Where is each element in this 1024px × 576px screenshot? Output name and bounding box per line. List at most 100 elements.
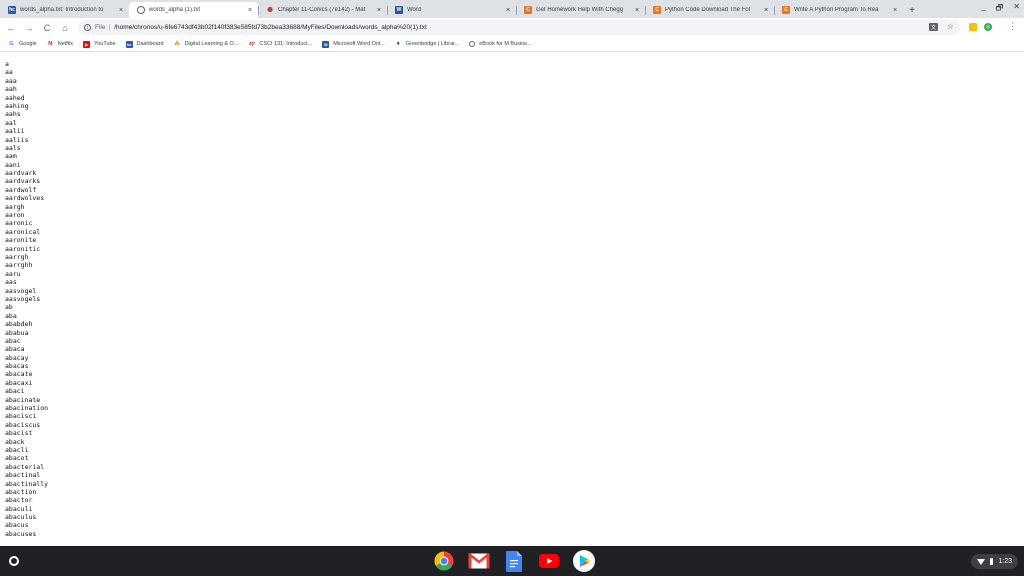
url-text[interactable]: /home/chronos/u-6fe6743df43b02f140f383e5… [114,24,427,31]
status-area[interactable]: 1:23 [971,554,1018,569]
tab-title: words_alpha (1).txt [149,7,201,13]
youtube-icon: ▶ [83,40,91,48]
battery-icon [990,558,994,565]
bookmark-star-icon[interactable]: ☆ [947,22,954,31]
netflix-icon: N [48,41,53,47]
word-line: aaronitic [5,244,41,253]
extension-yellow-icon[interactable] [969,23,977,31]
word-line: abacas [5,362,29,371]
close-tab-icon[interactable]: × [375,7,383,14]
word-line: abactinal [5,471,41,480]
tab-2[interactable]: ✺ Chapter 11-Conics (7e142) - Mat × [258,2,387,18]
tab-3[interactable]: W Word × [387,2,516,18]
close-tab-icon[interactable]: × [891,7,899,14]
window-controls: _ 🗗 ✕ [981,2,1020,16]
word-line: aardwolves [5,194,45,203]
bookmark-4[interactable]: ⁂ Digital Learning & O... [174,41,239,48]
chrome-menu-icon[interactable]: ⋮ [1008,21,1017,32]
close-tab-icon[interactable]: × [246,7,254,14]
word-line: aaronic [5,219,33,228]
word-line: abacay [5,353,29,362]
bookmark-3[interactable]: hc Dashboard [125,40,164,48]
bookmark-label: Microsoft Word Onl... [333,41,385,47]
launcher-icon[interactable] [9,556,19,566]
home-button[interactable]: ⌂ [58,21,72,35]
wifi-icon [977,558,986,565]
toolbar: ← → C ⌂ i File | /home/chronos/u-6fe6743… [0,18,1024,37]
word-line: aasvogel [5,286,37,295]
close-window-button[interactable]: ✕ [1013,2,1020,16]
gmail-icon[interactable] [468,550,490,572]
bookmark-label: YouTube [94,41,116,47]
chegg-icon: C [653,6,661,14]
close-tab-icon[interactable]: × [762,7,770,14]
forward-button[interactable]: → [22,21,36,35]
youtube-icon[interactable] [538,550,560,572]
reload-button[interactable]: C [40,21,54,35]
play-store-icon[interactable] [573,550,595,572]
word-line: abacuses [5,529,37,538]
back-button[interactable]: ← [4,21,18,35]
shelf: 1:23 [0,546,1024,576]
bookmark-label: CSCI 131: Introduct... [259,41,313,47]
word-line: ab [5,303,13,312]
url-separator: | [108,24,111,31]
chrome-icon[interactable] [433,550,455,572]
bookmark-0[interactable]: G Google [8,41,37,48]
word-line: aal [5,118,17,127]
chegg-icon: C [782,6,790,14]
bookmark-7[interactable]: ➧ Greenbridge | Librar... [395,41,459,48]
word-line: abaci [5,387,25,396]
tab-4[interactable]: C Get Homework Help With Chegg × [516,2,645,18]
bookmarks-bar: G Google N Netflix ▶ YouTube hc Dashboard ⁂ Digit… [0,37,1024,52]
tab-list: hc words_alpha.txt: Introduction to × words… [0,2,903,18]
word-line: aardvarks [5,177,41,186]
bookmark-8[interactable]: eBook for M Busine... [469,41,532,47]
globe-icon [137,6,145,14]
word-line: abac [5,336,21,345]
word-icon: W [395,6,403,14]
tab-title: Write A Python Program To Rea [794,7,879,13]
hc-favicon: hc [8,6,16,14]
new-tab-button[interactable]: + [905,2,919,18]
bookmark-label: Google [19,41,37,47]
tab-title: Chapter 11-Conics (7e142) - Mat [278,7,366,13]
tab-5[interactable]: C Python Code Download The Fol × [645,2,774,18]
word-line: aas [5,278,17,287]
google-icon: G [9,41,14,47]
tab-6[interactable]: C Write A Python Program To Rea × [774,2,903,18]
word-line: abacterial [5,462,45,471]
url-scheme: File [95,24,106,31]
minimize-button[interactable]: _ [981,2,985,16]
bookmark-label: Greenbridge | Librar... [405,41,460,47]
bookmark-1[interactable]: N Netflix [47,41,73,48]
close-tab-icon[interactable]: × [117,7,125,14]
word-line: aa [5,68,13,77]
word-line: abaculi [5,504,33,513]
bookmark-5[interactable]: zy CSCI 131: Introduct... [248,41,312,48]
translate-icon[interactable]: 文 [929,23,938,31]
extension-green-icon[interactable]: ◎ [984,23,992,31]
zybooks-icon: zy [248,41,255,47]
docs-icon[interactable] [503,550,525,572]
chrome-window: hc words_alpha.txt: Introduction to × words… [0,0,1024,576]
maximize-button[interactable]: 🗗 [996,2,1004,16]
clock: 1:23 [998,558,1012,565]
bookmark-label: Digital Learning & O... [184,41,239,47]
word-line: abaculus [5,513,37,522]
close-tab-icon[interactable]: × [504,7,512,14]
tab-title: Get Homework Help With Chegg [536,7,624,13]
address-bar[interactable]: i File | /home/chronos/u-6fe6743df43b02f… [78,20,960,35]
tab-1[interactable]: words_alpha (1).txt × [129,2,258,18]
tab-title: Python Code Download The Fol [665,7,750,13]
word-line: aardvark [5,169,37,178]
word-line: aaa [5,76,17,85]
tab-0[interactable]: hc words_alpha.txt: Introduction to × [0,2,129,18]
word-line: aardwolf [5,185,37,194]
word-line: aaronical [5,227,41,236]
bookmark-6[interactable]: W Microsoft Word Onl... [322,40,385,48]
greenbridge-icon: ➧ [396,41,401,47]
close-tab-icon[interactable]: × [633,7,641,14]
info-icon[interactable]: i [84,24,91,31]
bookmark-2[interactable]: ▶ YouTube [83,40,116,48]
